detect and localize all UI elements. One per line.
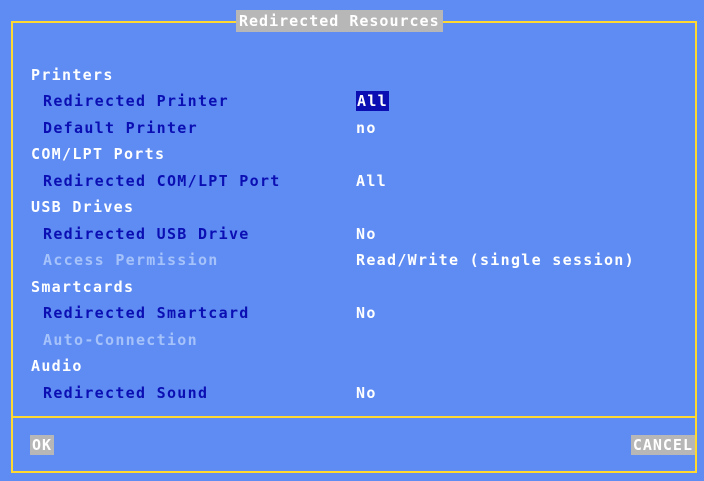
dialog-frame (11, 21, 697, 473)
redirected-com-lpt-port-label: Redirected COM/LPT Port (43, 172, 281, 190)
redirected-usb-drive-label: Redirected USB Drive (43, 225, 250, 243)
redirected-usb-drive-value[interactable]: No (356, 224, 377, 244)
section-audio: Audio (31, 357, 83, 375)
redirected-printer-value[interactable]: All (356, 91, 389, 111)
ok-button[interactable]: OK (30, 435, 55, 455)
auto-connection-label: Auto-Connection (43, 331, 198, 349)
redirected-com-lpt-port-value[interactable]: All (356, 171, 387, 191)
default-printer-label: Default Printer (43, 119, 198, 137)
access-permission-value: Read/Write (single session) (356, 251, 635, 269)
section-printers: Printers (31, 66, 114, 84)
dialog-title: Redirected Resources (236, 10, 443, 32)
redirected-printer-label: Redirected Printer (43, 92, 229, 110)
redirected-smartcard-label: Redirected Smartcard (43, 304, 250, 322)
section-usb-drives: USB Drives (31, 198, 135, 216)
section-smartcards: Smartcards (31, 278, 135, 296)
redirected-sound-label: Redirected Sound (43, 384, 209, 402)
button-divider (11, 416, 697, 418)
redirected-smartcard-value[interactable]: No (356, 303, 377, 323)
section-com-lpt-ports: COM/LPT Ports (31, 145, 166, 163)
redirected-sound-value[interactable]: No (356, 383, 377, 403)
redirected-resources-dialog: Redirected Resources Printers Redirected… (0, 0, 704, 481)
default-printer-value[interactable]: no (356, 118, 377, 138)
access-permission-label: Access Permission (43, 251, 219, 269)
cancel-button[interactable]: CANCEL (630, 435, 695, 455)
